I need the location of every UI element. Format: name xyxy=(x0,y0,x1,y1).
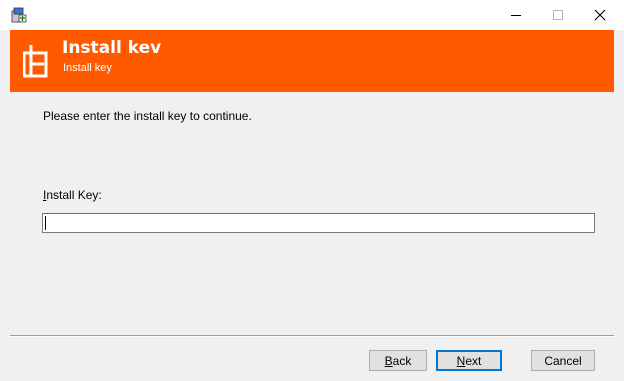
product-logo-icon xyxy=(23,45,48,78)
maximize-icon xyxy=(553,10,563,20)
back-button[interactable]: Back xyxy=(369,350,427,371)
footer-divider xyxy=(10,335,614,337)
close-icon xyxy=(594,9,606,21)
installer-app-icon xyxy=(11,7,27,23)
install-key-label: Install Key: xyxy=(43,188,102,202)
instruction-text: Please enter the install key to continue… xyxy=(43,109,252,123)
next-button[interactable]: Next xyxy=(436,350,502,371)
minimize-button[interactable] xyxy=(496,0,536,30)
next-button-accelerator: N xyxy=(456,353,466,368)
maximize-button[interactable] xyxy=(538,0,578,30)
cancel-button[interactable]: Cancel xyxy=(531,350,595,371)
install-key-input[interactable] xyxy=(42,213,595,233)
text-caret xyxy=(45,216,46,230)
header-subtitle: Install key xyxy=(63,62,112,74)
header-banner: Install kev Install key xyxy=(10,30,614,92)
next-button-label: ext xyxy=(465,353,482,368)
install-key-label-text: nstall Key: xyxy=(46,188,102,202)
back-button-label: ack xyxy=(392,353,412,368)
header-title: Install kev xyxy=(62,38,162,58)
close-button[interactable] xyxy=(580,0,620,30)
minimize-icon xyxy=(511,15,521,16)
title-bar xyxy=(0,0,624,30)
back-button-accelerator: B xyxy=(384,353,393,368)
